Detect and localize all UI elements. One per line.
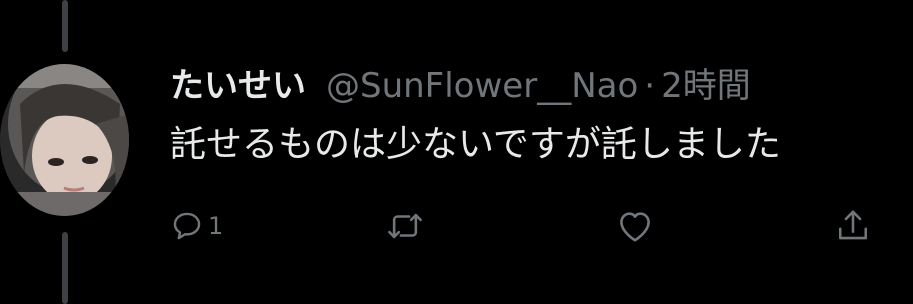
- tweet-header: たいせい @SunFlower__Nao · 2時間: [170, 60, 751, 112]
- action-bar: 1: [0, 196, 913, 256]
- thread-line-top: [62, 0, 68, 52]
- avatar[interactable]: [0, 64, 129, 216]
- timestamp[interactable]: 2時間: [661, 60, 751, 112]
- share-icon: [838, 210, 868, 240]
- tweet-text: 託せるものは少ないですが託しました: [170, 124, 781, 165]
- reply-count: 1: [208, 212, 224, 240]
- separator-dot: ·: [644, 66, 656, 106]
- like-button[interactable]: [616, 196, 654, 256]
- display-name[interactable]: たいせい: [170, 60, 306, 112]
- avatar-image: [0, 64, 129, 216]
- retweet-button[interactable]: [386, 196, 424, 256]
- reply-button[interactable]: 1: [170, 196, 223, 256]
- reply-icon: [173, 212, 201, 240]
- share-button[interactable]: [836, 196, 870, 256]
- heart-icon: [620, 212, 650, 242]
- retweet-icon: [388, 213, 422, 239]
- user-handle[interactable]: @SunFlower__Nao: [326, 60, 638, 112]
